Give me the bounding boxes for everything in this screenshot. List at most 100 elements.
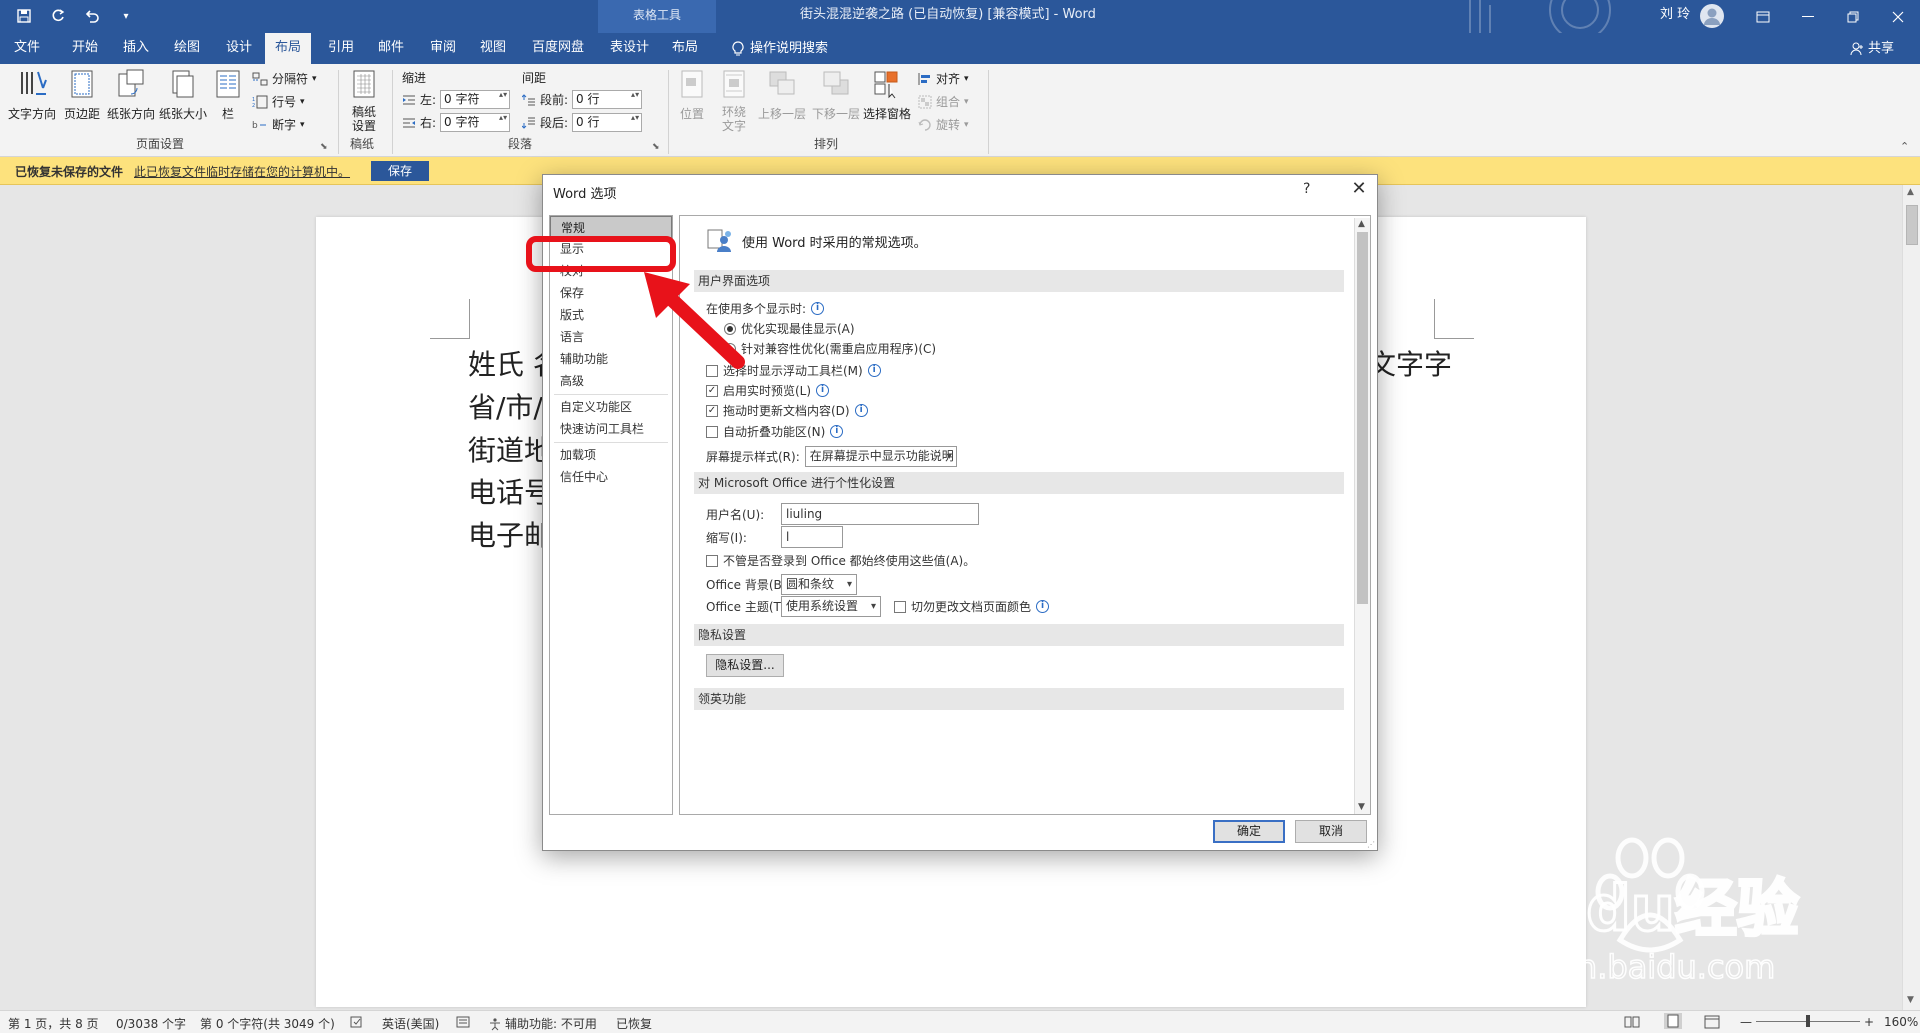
tab-mailings[interactable]: 邮件: [368, 33, 414, 64]
manuscript-settings-button[interactable]: 稿纸设置: [346, 68, 382, 133]
macro-record-icon[interactable]: [456, 1015, 470, 1032]
tab-insert[interactable]: 插入: [113, 33, 159, 64]
checkbox-collapse-ribbon-box[interactable]: [706, 425, 718, 438]
document-vertical-scrollbar[interactable]: ▲ ▼: [1902, 185, 1920, 1010]
tab-table-layout[interactable]: 布局: [662, 33, 708, 64]
close-window-icon[interactable]: [1875, 0, 1920, 33]
checkbox-page-color-box[interactable]: [894, 600, 906, 613]
username-input[interactable]: liuling: [781, 503, 979, 525]
ribbon-display-options-icon[interactable]: [1740, 0, 1785, 33]
nav-customize-ribbon[interactable]: 自定义功能区: [550, 396, 672, 418]
tell-me-search[interactable]: 操作说明搜索: [722, 33, 838, 64]
align-button[interactable]: 对齐 ▾: [918, 70, 969, 87]
line-numbers-button[interactable]: 12 行号 ▾: [252, 93, 305, 110]
status-zoom[interactable]: 160%: [1884, 1015, 1918, 1029]
text-direction-button[interactable]: 文字方向: [8, 68, 56, 122]
scroll-up-icon[interactable]: ▲: [1907, 187, 1914, 197]
screentip-select[interactable]: 在屏幕提示中显示功能说明: [804, 446, 957, 467]
margins-button[interactable]: 页边距: [60, 68, 104, 122]
user-name[interactable]: 刘 玲: [1660, 0, 1690, 33]
minimize-icon[interactable]: [1785, 0, 1830, 33]
rotate-button[interactable]: 旋转 ▾: [918, 116, 969, 133]
customize-qat-icon[interactable]: ▾: [116, 6, 136, 26]
ok-button[interactable]: 确定: [1213, 820, 1285, 843]
resize-grip-icon[interactable]: ⋰: [1367, 840, 1375, 849]
info-icon[interactable]: i: [1036, 600, 1050, 613]
autosave-refresh-icon[interactable]: [48, 6, 68, 26]
position-button[interactable]: 位置: [674, 68, 710, 122]
wrap-text-button[interactable]: 环绕文字: [712, 68, 756, 133]
zoom-in-icon[interactable]: +: [1864, 1015, 1874, 1029]
checkbox-live-preview-box[interactable]: ✓: [706, 384, 718, 397]
nav-add-ins[interactable]: 加载项: [550, 444, 672, 466]
tab-design[interactable]: 设计: [216, 33, 262, 64]
dialog-help-button[interactable]: ?: [1303, 181, 1310, 197]
hyphenation-button[interactable]: b 断字 ▾: [252, 116, 305, 133]
checkbox-collapse-ribbon[interactable]: 自动折叠功能区(N) i: [706, 423, 844, 440]
initials-input[interactable]: l: [781, 526, 843, 548]
scroll-up-icon[interactable]: ▲: [1358, 219, 1365, 229]
zoom-out-icon[interactable]: —: [1740, 1015, 1752, 1029]
tab-home[interactable]: 开始: [62, 33, 108, 64]
spacing-after-input[interactable]: 0 行: [572, 113, 643, 132]
status-chars[interactable]: 第 0 个字符(共 3049 个): [200, 1015, 335, 1032]
tab-draw[interactable]: 绘图: [164, 33, 210, 64]
scroll-down-icon[interactable]: ▼: [1358, 802, 1365, 812]
tab-layout[interactable]: 布局: [265, 33, 312, 64]
indent-right-input[interactable]: 0 字符: [440, 113, 511, 132]
recovery-save-button[interactable]: 保存: [371, 161, 429, 181]
recovery-message-link[interactable]: 此已恢复文件临时存储在您的计算机中。: [134, 163, 350, 180]
office-background-select[interactable]: 圆和条纹: [781, 574, 857, 595]
paragraph-dialog-launcher-icon[interactable]: ⬊: [652, 142, 660, 152]
zoom-slider-thumb[interactable]: [1806, 1015, 1810, 1027]
options-scroll-thumb[interactable]: [1357, 232, 1368, 604]
checkbox-update-drag[interactable]: ✓ 拖动时更新文档内容(D) i: [706, 402, 868, 419]
share-button[interactable]: 共享: [1850, 33, 1894, 64]
info-icon[interactable]: i: [816, 384, 830, 397]
restore-icon[interactable]: [1830, 0, 1875, 33]
info-icon[interactable]: i: [811, 302, 825, 315]
checkbox-always-use[interactable]: 不管是否登录到 Office 都始终使用这些值(A)。: [706, 552, 975, 569]
checkbox-live-preview[interactable]: ✓ 启用实时预览(L) i: [706, 382, 830, 399]
status-language[interactable]: 英语(美国): [382, 1015, 439, 1032]
bring-forward-button[interactable]: 上移一层: [756, 68, 808, 122]
nav-general[interactable]: 常规: [550, 216, 672, 238]
proofing-icon[interactable]: [350, 1015, 364, 1032]
privacy-settings-button[interactable]: 隐私设置...: [706, 654, 784, 677]
size-button[interactable]: 纸张大小: [158, 68, 208, 122]
tab-view[interactable]: 视图: [470, 33, 516, 64]
print-layout-icon[interactable]: [1664, 1013, 1682, 1032]
status-words[interactable]: 0/3038 个字: [116, 1015, 186, 1032]
info-icon[interactable]: i: [830, 425, 844, 438]
group-button[interactable]: 组合 ▾: [918, 93, 969, 110]
undo-icon[interactable]: [82, 6, 102, 26]
nav-advanced[interactable]: 高级: [550, 370, 672, 392]
radio-compatibility[interactable]: 针对兼容性优化(需重启应用程序)(C): [724, 340, 936, 357]
page-setup-dialog-launcher-icon[interactable]: ⬊: [320, 142, 328, 152]
indent-left-input[interactable]: 0 字符: [440, 90, 511, 109]
columns-button[interactable]: 栏: [212, 68, 244, 122]
send-backward-button[interactable]: 下移一层: [810, 68, 862, 122]
tab-table-design[interactable]: 表设计: [600, 33, 659, 64]
info-icon[interactable]: i: [867, 364, 881, 377]
nav-trust-center[interactable]: 信任中心: [550, 466, 672, 488]
tab-review[interactable]: 审阅: [420, 33, 466, 64]
cancel-button[interactable]: 取消: [1295, 820, 1367, 843]
selection-pane-button[interactable]: 选择窗格: [862, 68, 912, 122]
collapse-ribbon-icon[interactable]: ⌃: [1900, 140, 1909, 153]
user-avatar[interactable]: [1700, 4, 1724, 28]
options-scrollbar[interactable]: ▲ ▼: [1354, 218, 1370, 814]
document-scroll-thumb[interactable]: [1906, 205, 1918, 245]
status-page[interactable]: 第 1 页，共 8 页: [8, 1015, 99, 1032]
nav-quick-access-toolbar[interactable]: 快速访问工具栏: [550, 418, 672, 440]
read-mode-icon[interactable]: [1624, 1015, 1640, 1032]
scroll-down-icon[interactable]: ▼: [1907, 995, 1914, 1005]
breaks-button[interactable]: 分隔符 ▾: [252, 70, 317, 87]
tab-file[interactable]: 文件: [4, 33, 50, 64]
checkbox-update-drag-box[interactable]: ✓: [706, 404, 718, 417]
office-theme-select[interactable]: 使用系统设置: [781, 596, 881, 617]
checkbox-always-use-box[interactable]: [706, 554, 718, 567]
spacing-before-input[interactable]: 0 行: [572, 90, 643, 109]
status-accessibility[interactable]: 辅助功能: 不可用: [488, 1015, 597, 1032]
tab-references[interactable]: 引用: [318, 33, 364, 64]
